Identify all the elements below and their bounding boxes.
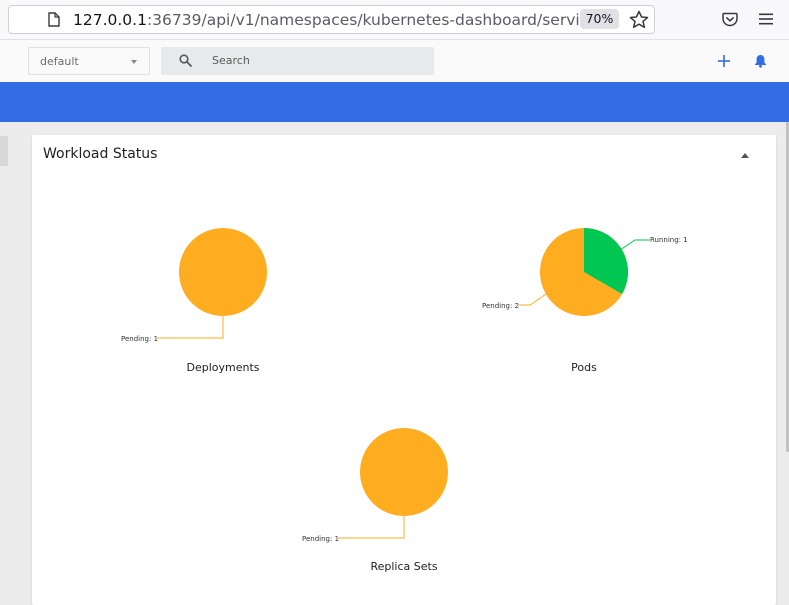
search-icon <box>179 54 192 67</box>
replica-sets-chart: Pending: 1 <box>302 428 448 543</box>
pods-running-leader-line <box>619 239 650 251</box>
card-title: Workload Status <box>43 146 158 162</box>
browser-toolbar: 127.0.0.1:36739/api/v1/namespaces/kubern… <box>0 0 789 40</box>
deployments-leader-line <box>157 316 224 339</box>
menu-icon[interactable] <box>759 13 773 25</box>
replica-sets-leader-line <box>338 516 405 539</box>
deployments-pending-slice <box>179 228 267 316</box>
chevron-down-icon <box>131 60 137 64</box>
deployments-chart: Pending: 1 <box>121 228 267 343</box>
deployments-pending-label: Pending: 1 <box>121 335 158 343</box>
deployments-label: Deployments <box>186 361 260 374</box>
header-band <box>0 82 789 122</box>
search-placeholder: Search <box>212 54 250 67</box>
pods-label: Pods <box>571 361 597 374</box>
address-bar[interactable]: 127.0.0.1:36739/api/v1/namespaces/kubern… <box>8 5 655 34</box>
pods-pending-leader-line <box>519 293 547 306</box>
bookmark-star-icon[interactable] <box>629 10 649 29</box>
namespace-select[interactable]: default <box>28 47 150 75</box>
pods-chart: Running: 1 Pending: 2 <box>482 228 688 316</box>
url-text[interactable]: 127.0.0.1:36739/api/v1/namespaces/kubern… <box>73 11 583 29</box>
sidebar-stub[interactable] <box>0 136 8 166</box>
url-path: :36739/api/v1/namespaces/kubernetes-dash… <box>146 11 583 29</box>
url-host: 127.0.0.1 <box>73 11 147 29</box>
zoom-level-badge[interactable]: 70% <box>580 9 619 29</box>
replica-sets-label: Replica Sets <box>370 560 438 573</box>
page-icon <box>48 12 60 27</box>
replica-sets-pending-label: Pending: 1 <box>302 535 339 543</box>
plus-icon[interactable] <box>718 55 730 67</box>
pods-pending-label: Pending: 2 <box>482 302 519 310</box>
namespace-value: default <box>40 55 79 68</box>
pocket-icon[interactable] <box>722 12 738 27</box>
pods-running-label: Running: 1 <box>650 236 688 244</box>
replica-sets-pending-slice <box>360 428 448 516</box>
search-input[interactable]: Search <box>161 47 434 75</box>
bell-icon[interactable] <box>754 54 767 68</box>
collapse-toggle-icon[interactable] <box>741 153 749 158</box>
